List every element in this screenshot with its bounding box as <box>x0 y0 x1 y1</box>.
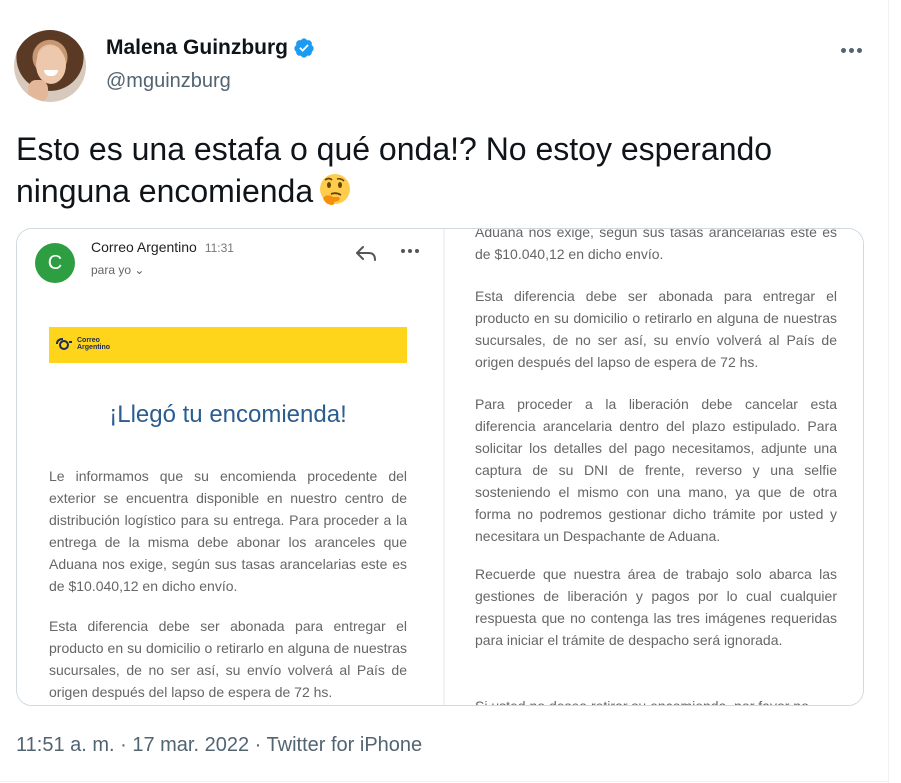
email-paragraph: Esta diferencia debe ser abonada para en… <box>475 288 837 370</box>
email-paragraph: Esta diferencia debe ser abonada para en… <box>49 618 407 700</box>
media-image-left[interactable]: C Correo Argentino 11:31 para yo ⌄ Correo… <box>17 229 441 705</box>
dot <box>415 249 419 253</box>
dot <box>408 249 412 253</box>
timestamp-separator: · <box>249 734 267 756</box>
verified-badge-icon <box>294 38 314 58</box>
correo-banner: Correo Argentino <box>49 327 407 363</box>
more-dot <box>848 47 854 53</box>
email-paragraph: Recuerde que nuestra área de trabajo sol… <box>475 566 837 648</box>
email-sender: Correo Argentino 11:31 <box>91 239 234 255</box>
mail-more-icon <box>401 249 419 253</box>
tweet-timestamp-link[interactable]: 11:51 a. m. · 17 mar. 2022 <box>16 734 249 756</box>
tweet-divider <box>0 781 888 782</box>
media-attachment[interactable]: C Correo Argentino 11:31 para yo ⌄ Correo… <box>16 228 864 706</box>
author-name-row[interactable]: Malena Guinzburg <box>106 36 315 60</box>
sender-name: Correo Argentino <box>91 239 197 255</box>
author-handle[interactable]: @mguinzburg <box>106 70 231 93</box>
tweet-timestamp-row: 11:51 a. m. · 17 mar. 2022 · Twitter for… <box>16 734 422 757</box>
reply-icon <box>356 246 376 261</box>
email-paragraph: Para proceder a la liberación debe cance… <box>475 396 837 544</box>
email-time: 11:31 <box>204 241 234 255</box>
logo-line: Argentino <box>77 344 111 351</box>
column-border <box>888 0 889 783</box>
author-display-name[interactable]: Malena Guinzburg <box>106 36 288 60</box>
logo-line: Correo <box>77 337 100 344</box>
more-dot <box>856 47 862 53</box>
more-dot <box>840 47 846 53</box>
email-title: ¡Llegó tu encomienda! <box>109 401 347 428</box>
email-paragraph: Aduana nos exige, según sus tasas arance… <box>475 229 837 262</box>
correo-logo-icon <box>56 338 72 350</box>
tweet-text: Esto es una estafa o qué onda!? No estoy… <box>16 128 866 212</box>
author-avatar[interactable] <box>14 30 86 102</box>
email-recipient: para yo ⌄ <box>91 263 145 277</box>
sender-avatar: C <box>35 243 75 283</box>
avatar-hand <box>28 80 48 102</box>
correo-logo-text: Correo Argentino <box>77 337 110 351</box>
media-image-right[interactable]: Aduana nos exige, según sus tasas arance… <box>443 229 863 706</box>
email-paragraph: Le informamos que su encomienda proceden… <box>49 468 407 594</box>
correo-logo: Correo Argentino <box>55 337 110 351</box>
avatar-face <box>36 46 66 84</box>
more-options-button[interactable] <box>836 38 866 62</box>
thinking-face-icon <box>320 174 351 205</box>
dot <box>401 249 405 253</box>
tweet-body: Esto es una estafa o qué onda!? No estoy… <box>16 131 773 209</box>
tweet-source-link[interactable]: Twitter for iPhone <box>267 734 423 756</box>
email-paragraph: Si usted no desea retirar su encomienda,… <box>475 698 809 706</box>
